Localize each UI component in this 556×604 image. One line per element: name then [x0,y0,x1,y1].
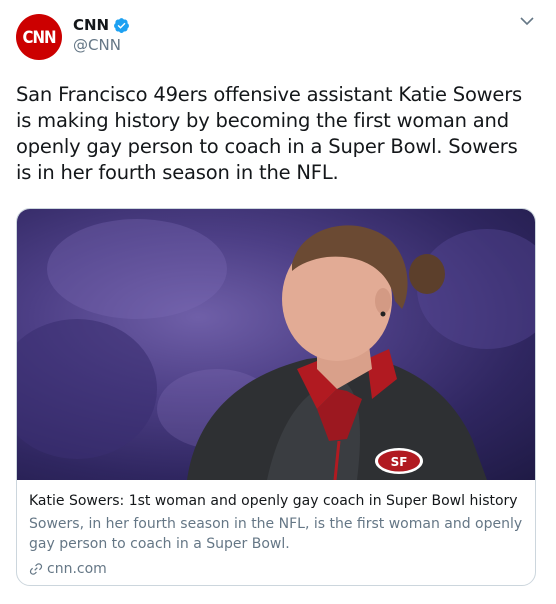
card-body: Katie Sowers: 1st woman and openly gay c… [17,480,535,577]
display-name[interactable]: CNN [73,16,109,34]
card-domain: cnn.com [29,561,523,577]
tweet-text: San Francisco 49ers offensive assistant … [16,83,522,184]
name-row: CNN [73,16,130,34]
tweet[interactable]: CNN CNN @CNN San Francisco 49ers offensi… [0,0,556,604]
photo-katie-sowers: SF [17,219,535,480]
card-image[interactable]: SF [17,209,535,480]
tweet-header: CNN CNN @CNN [16,14,540,64]
verified-badge-icon [114,17,130,33]
card-description: Sowers, in her fourth season in the NFL,… [29,516,523,552]
author-names: CNN @CNN [73,14,130,54]
chevron-down-icon[interactable] [520,16,534,26]
link-card[interactable]: SF Katie Sowers: 1st woman and openly ga… [16,208,536,586]
link-icon [29,563,43,575]
card-title: Katie Sowers: 1st woman and openly gay c… [29,493,518,509]
card-domain-text[interactable]: cnn.com [47,561,107,577]
handle[interactable]: @CNN [73,36,130,54]
avatar[interactable]: CNN [16,14,62,60]
cnn-logo: CNN [22,26,56,48]
49ers-logo: SF [391,455,408,469]
